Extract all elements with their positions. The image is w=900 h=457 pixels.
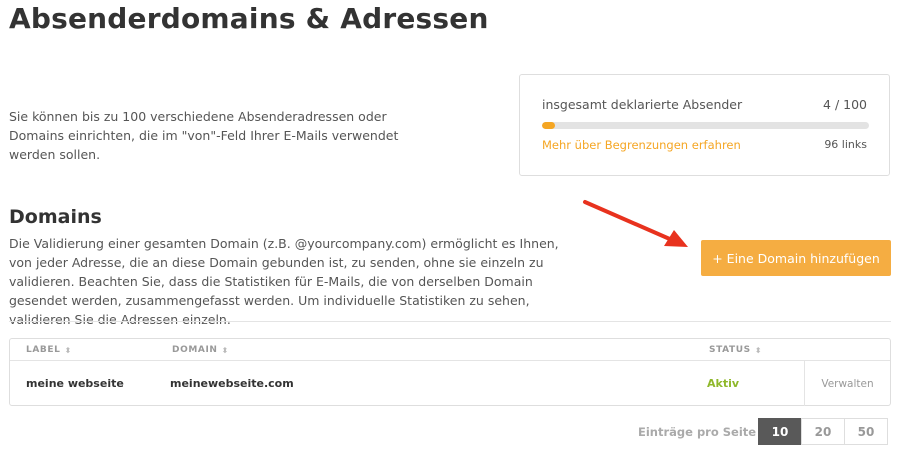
row-label: meine webseite [26, 377, 124, 390]
page-size-selector: 10 20 50 [758, 418, 888, 445]
page-size-label: Einträge pro Seite [638, 425, 757, 439]
sort-icon: ⬍ [221, 345, 229, 355]
quota-progress-bar [542, 122, 869, 129]
table-row: meine webseite meinewebseite.com Aktiv V… [10, 361, 890, 406]
limits-info-link[interactable]: Mehr über Begrenzungen erfahren [542, 138, 741, 152]
red-arrow-icon [583, 200, 688, 247]
status-badge: Aktiv [707, 377, 740, 390]
column-header-label[interactable]: LABEL ⬍ [26, 345, 72, 355]
domains-heading: Domains [9, 206, 102, 228]
section-divider [9, 321, 891, 322]
page-size-10-button[interactable]: 10 [758, 418, 802, 445]
manage-button[interactable]: Verwalten [821, 378, 873, 390]
sort-icon: ⬍ [754, 345, 763, 355]
quota-label: insgesamt deklarierte Absender [542, 97, 743, 112]
manage-cell: Verwalten [804, 361, 890, 406]
quota-remaining: 96 links [824, 138, 867, 151]
page-size-50-button[interactable]: 50 [844, 418, 888, 445]
page-size-20-button[interactable]: 20 [801, 418, 845, 445]
quota-count: 4 / 100 [823, 97, 867, 112]
intro-text: Sie können bis zu 100 verschiedene Absen… [9, 109, 399, 162]
add-domain-button[interactable]: + Eine Domain hinzufügen [701, 240, 891, 276]
quota-progress-fill [542, 122, 556, 129]
sender-quota-card: insgesamt deklarierte Absender 4 / 100 M… [519, 74, 890, 176]
column-header-domain[interactable]: DOMAIN ⬍ [172, 345, 229, 355]
table-header: LABEL ⬍ DOMAIN ⬍ STATUS ⬍ [10, 339, 890, 361]
domains-table: LABEL ⬍ DOMAIN ⬍ STATUS ⬍ meine webseite… [9, 338, 891, 406]
row-domain: meinewebseite.com [170, 377, 294, 390]
column-header-status[interactable]: STATUS ⬍ [709, 345, 762, 355]
domains-description: Die Validierung einer gesamten Domain (z… [9, 236, 559, 327]
sort-icon: ⬍ [64, 345, 72, 355]
page-title: Absenderdomains & Adressen [9, 2, 489, 35]
add-domain-label: + Eine Domain hinzufügen [712, 250, 880, 266]
